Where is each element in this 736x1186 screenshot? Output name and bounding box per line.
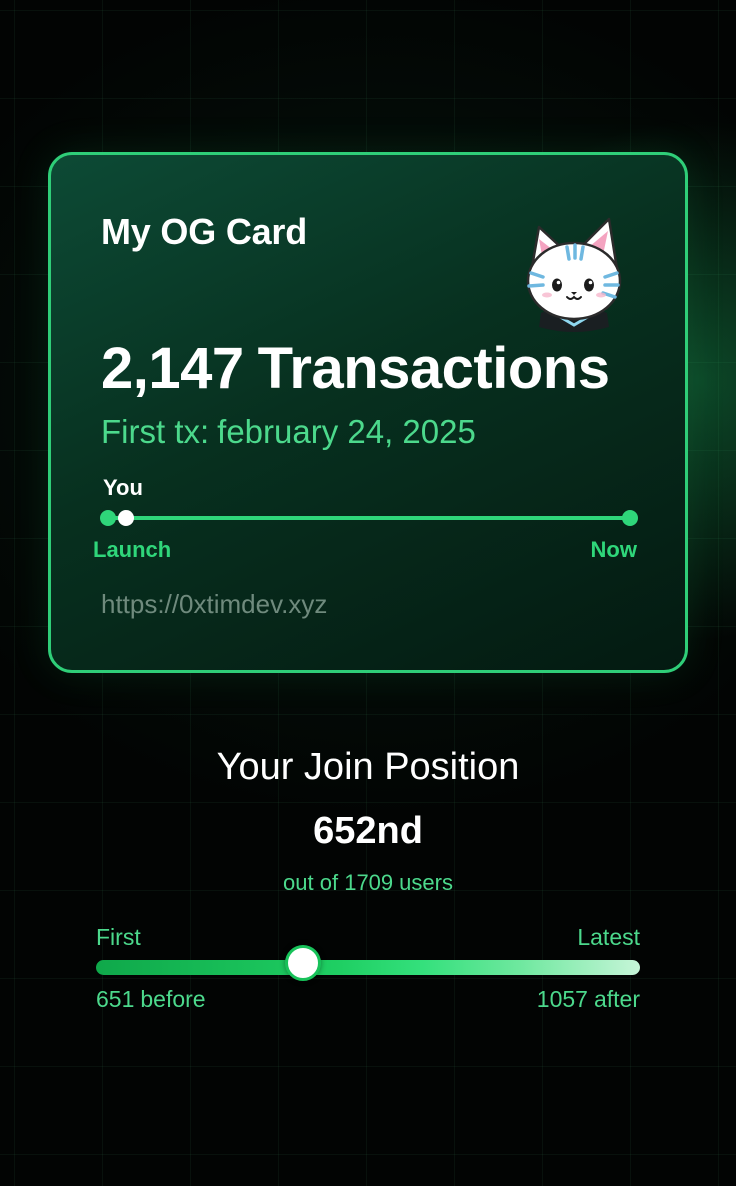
join-total-suffix: users xyxy=(399,870,453,895)
users-after-label: 1057 after xyxy=(537,986,640,1013)
timeline-now-label: Now xyxy=(590,537,637,562)
position-first-label: First xyxy=(96,924,141,950)
position-latest-label: Latest xyxy=(577,924,640,950)
timeline-launch-label: Launch xyxy=(93,537,172,562)
join-position-bar xyxy=(96,960,640,975)
timeline-track xyxy=(108,516,632,520)
transaction-label: Transactions xyxy=(257,336,610,401)
first-tx-label: First tx: xyxy=(101,413,210,450)
join-total-prefix: out of 1709 xyxy=(283,870,394,895)
timeline-end-dot xyxy=(622,510,638,526)
users-before-label: 651 before xyxy=(96,986,206,1013)
timeline-start-dot xyxy=(100,510,116,526)
join-position-title: Your Join Position xyxy=(216,746,520,788)
og-card: My OG Card 2,147 Transactions First tx: … xyxy=(48,152,688,673)
users-after-count: 1057 xyxy=(536,986,588,1012)
users-after-suffix: after xyxy=(593,986,640,1012)
card-title: My OG Card xyxy=(101,211,308,252)
site-url: https://0xtimdev.xyz xyxy=(101,589,328,619)
first-transaction: First tx: february 24, 2025 xyxy=(101,413,476,451)
users-before-count: 651 xyxy=(96,986,135,1012)
join-rank: 652nd xyxy=(313,810,423,852)
first-tx-date: february 24, 2025 xyxy=(217,413,476,450)
join-total-users: out of 1709 users xyxy=(0,870,736,896)
join-position-marker xyxy=(284,945,321,981)
timeline-you-marker xyxy=(118,510,134,526)
users-before-suffix: before xyxy=(140,986,206,1012)
transaction-number: 2,147 xyxy=(101,336,244,401)
cat-avatar-icon xyxy=(517,215,631,335)
transaction-count: 2,147 Transactions xyxy=(101,335,610,402)
timeline-you-label: You xyxy=(103,475,143,500)
